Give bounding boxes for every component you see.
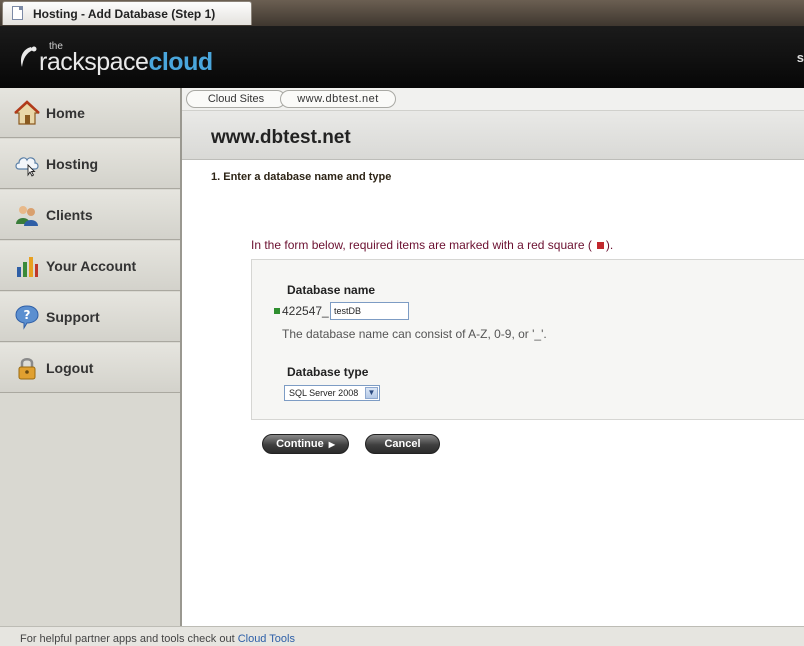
- breadcrumb-cloud-sites[interactable]: Cloud Sites: [186, 90, 286, 108]
- play-arrow-icon: ▶: [328, 440, 335, 449]
- page-title-band: www.dbtest.net: [182, 111, 804, 160]
- logo-swoosh-icon: [21, 46, 37, 67]
- database-type-value: SQL Server 2008: [289, 388, 359, 398]
- page-document-icon: [12, 6, 23, 20]
- browser-tab-bar: Hosting - Add Database (Step 1): [0, 0, 804, 26]
- required-marker-icon: [274, 308, 280, 314]
- continue-button[interactable]: Continue ▶: [262, 434, 349, 454]
- lock-icon: [18, 358, 36, 380]
- sidebar-item-logout[interactable]: Logout: [0, 343, 180, 393]
- required-square-icon: [596, 242, 604, 249]
- database-name-label: Database name: [287, 283, 376, 297]
- sidebar-item-home[interactable]: Home: [0, 88, 180, 138]
- bar-chart-icon: [17, 257, 38, 277]
- breadcrumb-site[interactable]: www.dbtest.net: [280, 90, 396, 108]
- page-title: www.dbtest.net: [211, 127, 351, 148]
- step-heading: 1. Enter a database name and type: [211, 171, 392, 183]
- cloud-hosting-icon: [15, 157, 39, 177]
- sidebar-item-hosting[interactable]: Hosting: [0, 139, 180, 189]
- required-note-text: In the form below, required items are ma…: [251, 238, 592, 252]
- sidebar-item-label: Support: [46, 309, 100, 325]
- required-note: In the form below, required items are ma…: [251, 238, 613, 252]
- sidebar-item-clients[interactable]: Clients: [0, 190, 180, 240]
- continue-label: Continue: [276, 438, 324, 450]
- cancel-button[interactable]: Cancel: [365, 434, 440, 454]
- footer-text: For helpful partner apps and tools check…: [20, 633, 295, 645]
- required-note-end: ).: [605, 238, 614, 252]
- site-header: the rackspacecloud s: [0, 26, 804, 88]
- sidebar-item-label: Logout: [46, 360, 94, 376]
- database-type-label: Database type: [287, 365, 369, 379]
- logo-rackspace: rackspace: [39, 48, 149, 76]
- home-icon: [14, 100, 40, 125]
- header-edge-text: s: [796, 50, 804, 65]
- sidebar-item-label: Clients: [46, 207, 93, 223]
- cloud-tools-link[interactable]: Cloud Tools: [238, 633, 295, 645]
- sidebar-item-your-account[interactable]: Your Account: [0, 241, 180, 291]
- cancel-label: Cancel: [384, 438, 421, 450]
- sidebar-item-label: Hosting: [46, 156, 99, 172]
- sidebar-item-label: Your Account: [46, 258, 137, 274]
- database-name-help: The database name can consist of A-Z, 0-…: [282, 327, 547, 341]
- database-name-prefix: 422547_: [282, 304, 329, 318]
- logo-wordmark: rackspacecloud: [39, 48, 213, 77]
- footer-message: For helpful partner apps and tools check…: [20, 633, 238, 645]
- rackspace-cloud-logo[interactable]: the rackspacecloud: [15, 39, 225, 77]
- breadcrumb: Cloud Sites www.dbtest.net: [182, 88, 804, 111]
- sidebar-item-label: Home: [46, 105, 85, 121]
- svg-text:?: ?: [24, 308, 31, 322]
- logo-cloud: cloud: [148, 48, 213, 76]
- users-icon: [16, 206, 38, 226]
- browser-tab-title: Hosting - Add Database (Step 1): [33, 7, 216, 21]
- browser-tab[interactable]: Hosting - Add Database (Step 1): [2, 1, 252, 25]
- chevron-down-icon[interactable]: ▼: [365, 387, 378, 399]
- sidebar-nav: Home Hosting Clients Your Account ? Supp…: [0, 88, 182, 626]
- database-name-input[interactable]: [330, 302, 409, 320]
- footer: For helpful partner apps and tools check…: [0, 626, 804, 646]
- sidebar-item-support[interactable]: ? Support: [0, 292, 180, 342]
- database-type-select[interactable]: SQL Server 2008 ▼: [284, 385, 380, 401]
- help-icon: ?: [15, 305, 39, 330]
